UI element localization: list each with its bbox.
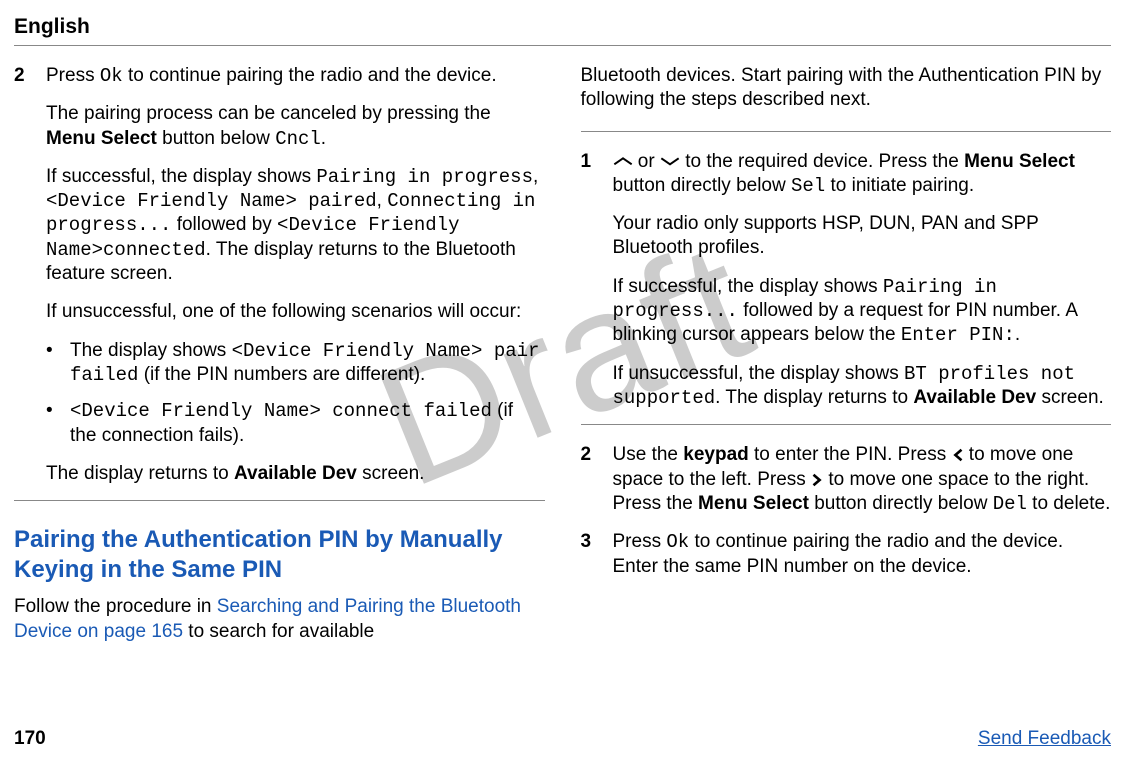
- bullet-text: <Device Friendly Name> connect failed (i…: [70, 399, 545, 448]
- page-header-language: English: [14, 14, 1111, 41]
- code-enter-pin: Enter PIN:: [901, 324, 1015, 346]
- step2-p4: If unsuccessful, one of the following sc…: [46, 300, 545, 324]
- section-heading: Pairing the Authentication PIN by Manual…: [14, 525, 545, 585]
- bold-menu-select: Menu Select: [964, 151, 1075, 172]
- step3r-p1: Press Ok to continue pairing the radio a…: [613, 530, 1112, 579]
- bold-available-dev: Available Dev: [234, 463, 357, 484]
- step-number: 2: [581, 443, 597, 516]
- code-sel: Sel: [791, 175, 825, 197]
- step-body: Press Ok to continue pairing the radio a…: [46, 64, 545, 486]
- step-body: Use the keypad to enter the PIN. Press t…: [613, 443, 1112, 516]
- step-body: or to the required device. Press the Men…: [613, 150, 1112, 411]
- bullet-dot: •: [46, 399, 56, 448]
- code-ok: Ok: [666, 531, 689, 553]
- nav-left-icon: [952, 448, 964, 462]
- step2-p1: Press Ok to continue pairing the radio a…: [46, 64, 545, 88]
- right-column: Bluetooth devices. Start pairing with th…: [581, 64, 1112, 644]
- bold-available-dev: Available Dev: [913, 387, 1036, 408]
- failure-list: • The display shows <Device Friendly Nam…: [46, 339, 545, 448]
- nav-down-icon: [660, 155, 680, 167]
- nav-up-icon: [613, 155, 633, 167]
- step1-p1: or to the required device. Press the Men…: [613, 150, 1112, 199]
- continuation-paragraph: Bluetooth devices. Start pairing with th…: [581, 64, 1112, 113]
- step-rule: [581, 131, 1112, 132]
- step1-p2: Your radio only supports HSP, DUN, PAN a…: [613, 212, 1112, 261]
- step-number: 2: [14, 64, 30, 486]
- header-rule: [14, 45, 1111, 46]
- page-number: 170: [14, 727, 46, 751]
- bold-keypad: keypad: [683, 444, 748, 465]
- step-body: Press Ok to continue pairing the radio a…: [613, 530, 1112, 579]
- step2-p3: If successful, the display shows Pairing…: [46, 165, 545, 287]
- step2-p2: The pairing process can be canceled by p…: [46, 102, 545, 151]
- code-connect-failed: <Device Friendly Name> connect failed: [70, 400, 492, 422]
- step-2-right: 2 Use the keypad to enter the PIN. Press…: [581, 443, 1112, 516]
- code-pairing: Pairing in progress: [316, 166, 533, 188]
- list-item: • <Device Friendly Name> connect failed …: [46, 399, 545, 448]
- step-number: 1: [581, 150, 597, 411]
- section-rule: [14, 500, 545, 501]
- code-del: Del: [993, 493, 1027, 515]
- bold-menu-select: Menu Select: [46, 128, 157, 149]
- list-item: • The display shows <Device Friendly Nam…: [46, 339, 545, 388]
- left-column: 2 Press Ok to continue pairing the radio…: [14, 64, 545, 644]
- code-cncl: Cncl: [275, 128, 321, 150]
- section-intro: Follow the procedure in Searching and Pa…: [14, 595, 545, 644]
- step1-p3: If successful, the display shows Pairing…: [613, 275, 1112, 348]
- page-footer: 170 Send Feedback: [14, 727, 1111, 751]
- step1-p4: If unsuccessful, the display shows BT pr…: [613, 362, 1112, 411]
- step2-p5: The display returns to Available Dev scr…: [46, 462, 545, 486]
- nav-right-icon: [811, 473, 823, 487]
- step-rule: [581, 424, 1112, 425]
- code-paired: <Device Friendly Name> paired: [46, 190, 377, 212]
- send-feedback-link[interactable]: Send Feedback: [978, 727, 1111, 751]
- step2r-p1: Use the keypad to enter the PIN. Press t…: [613, 443, 1112, 516]
- step-2-left: 2 Press Ok to continue pairing the radio…: [14, 64, 545, 486]
- step-3-right: 3 Press Ok to continue pairing the radio…: [581, 530, 1112, 579]
- two-column-layout: 2 Press Ok to continue pairing the radio…: [14, 64, 1111, 644]
- step-number: 3: [581, 530, 597, 579]
- bullet-dot: •: [46, 339, 56, 388]
- bullet-text: The display shows <Device Friendly Name>…: [70, 339, 545, 388]
- code-ok: Ok: [100, 65, 123, 87]
- bold-menu-select: Menu Select: [698, 493, 809, 514]
- step-1-right: 1 or to the required device. Press the M…: [581, 150, 1112, 411]
